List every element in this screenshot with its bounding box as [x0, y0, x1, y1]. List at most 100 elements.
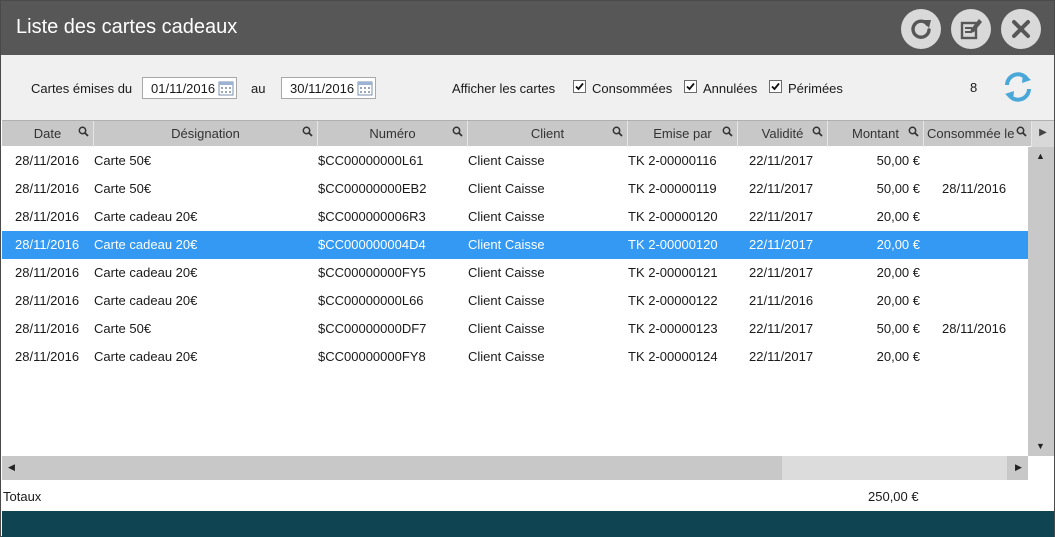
- scroll-left-arrow-icon[interactable]: ◀: [8, 462, 15, 473]
- cell-numero: $CC00000000EB2: [318, 181, 427, 196]
- reload-icon[interactable]: [1001, 70, 1035, 104]
- cell-designation: Carte cadeau 20€: [94, 209, 198, 224]
- cell-designation: Carte 50€: [94, 181, 152, 196]
- cancelled-checkbox[interactable]: [684, 80, 697, 93]
- vertical-scrollbar[interactable]: ▲ ▼: [1028, 147, 1054, 456]
- cell-date: 28/11/2016: [15, 181, 80, 196]
- table-row[interactable]: 28/11/2016 Carte cadeau 20€ $CC000000004D4…: [2, 231, 1028, 259]
- cell-client: Client Caisse: [468, 153, 545, 168]
- cell-montant: 50,00 €: [876, 153, 920, 168]
- cell-designation: Carte cadeau 20€: [94, 265, 198, 280]
- close-button[interactable]: [1001, 9, 1041, 49]
- checkmark-icon: [686, 82, 695, 91]
- search-icon[interactable]: [908, 126, 919, 137]
- cell-client: Client Caisse: [468, 293, 545, 308]
- expired-label: Périmées: [788, 81, 843, 96]
- cell-client: Client Caisse: [468, 321, 545, 336]
- cell-date: 28/11/2016: [15, 153, 80, 168]
- column-header-consommee[interactable]: Consommée le: [924, 121, 1032, 147]
- cell-emise-par: TK 2-00000120: [628, 237, 718, 252]
- cell-validite: 22/11/2017: [749, 237, 814, 252]
- cell-date: 28/11/2016: [15, 209, 80, 224]
- cell-emise-par: TK 2-00000123: [628, 321, 718, 336]
- title-bar: Liste des cartes cadeaux: [1, 1, 1054, 55]
- cancelled-label: Annulées: [703, 81, 758, 96]
- cell-emise-par: TK 2-00000116: [628, 153, 717, 168]
- cell-consommee: 28/11/2016: [942, 181, 1007, 196]
- search-icon[interactable]: [302, 126, 313, 137]
- cell-validite: 22/11/2017: [749, 181, 814, 196]
- table-row[interactable]: 28/11/2016 Carte 50€ $CC00000000L61 Client …: [2, 147, 1028, 175]
- cell-numero: $CC000000006R3: [318, 209, 426, 224]
- cell-consommee: 28/11/2016: [942, 321, 1007, 336]
- edit-button[interactable]: [951, 9, 991, 49]
- search-icon[interactable]: [78, 126, 89, 137]
- table-row[interactable]: 28/11/2016 Carte 50€ $CC00000000EB2 Client …: [2, 175, 1028, 203]
- cell-validite: 21/11/2016: [749, 293, 814, 308]
- search-icon[interactable]: [722, 126, 733, 137]
- search-icon[interactable]: [452, 126, 463, 137]
- calendar-icon[interactable]: [357, 80, 373, 96]
- cell-numero: $CC00000000FY8: [318, 349, 426, 364]
- column-header-montant[interactable]: Montant: [828, 121, 924, 147]
- column-header-numero[interactable]: Numéro: [318, 121, 468, 147]
- cell-date: 28/11/2016: [15, 265, 80, 280]
- to-label: au: [251, 81, 266, 96]
- cell-date: 28/11/2016: [15, 349, 80, 364]
- table-row[interactable]: 28/11/2016 Carte 50€ $CC00000000DF7 Client …: [2, 315, 1028, 343]
- horizontal-scrollbar[interactable]: ◀ ▶: [2, 456, 1028, 480]
- to-date-field[interactable]: 30/11/2016: [281, 77, 376, 99]
- cell-date: 28/11/2016: [15, 237, 80, 252]
- column-header-date[interactable]: Date: [2, 121, 94, 147]
- search-icon[interactable]: [812, 126, 823, 137]
- table-row[interactable]: 28/11/2016 Carte cadeau 20€ $CC00000000FY5…: [2, 259, 1028, 287]
- column-header-designation[interactable]: Désignation: [94, 121, 318, 147]
- footer-bar: [2, 511, 1054, 537]
- cell-client: Client Caisse: [468, 237, 545, 252]
- cell-date: 28/11/2016: [15, 293, 80, 308]
- cell-montant: 50,00 €: [876, 181, 920, 196]
- scroll-right-arrow-icon[interactable]: ▶: [1015, 462, 1022, 473]
- cell-montant: 20,00 €: [876, 349, 920, 364]
- cell-numero: $CC00000000FY5: [318, 265, 426, 280]
- column-header-validite[interactable]: Validité: [738, 121, 828, 147]
- gift-card-list: 28/11/2016 Carte 50€ $CC00000000L61 Client …: [2, 147, 1028, 455]
- cell-numero: $CC00000000L66: [318, 293, 424, 308]
- cell-montant: 20,00 €: [876, 209, 920, 224]
- horizontal-scroll-thumb[interactable]: [782, 456, 1007, 480]
- column-header-client[interactable]: Client: [468, 121, 628, 147]
- search-icon[interactable]: [612, 126, 623, 137]
- scroll-down-arrow-icon[interactable]: ▼: [1036, 441, 1045, 451]
- window-title: Liste des cartes cadeaux: [16, 16, 238, 38]
- cell-designation: Carte 50€: [94, 153, 152, 168]
- from-date-value: 01/11/2016: [151, 81, 216, 96]
- refresh-button[interactable]: [901, 9, 941, 49]
- cell-validite: 22/11/2017: [749, 209, 814, 224]
- cell-numero: $CC000000004D4: [318, 237, 426, 252]
- cell-client: Client Caisse: [468, 349, 545, 364]
- consumed-label: Consommées: [592, 81, 673, 96]
- totals-amount: 250,00 €: [868, 489, 919, 504]
- calendar-icon[interactable]: [218, 80, 234, 96]
- scroll-up-arrow-icon[interactable]: ▲: [1036, 151, 1045, 161]
- table-row[interactable]: 28/11/2016 Carte cadeau 20€ $CC00000000FY8…: [2, 343, 1028, 371]
- expired-checkbox[interactable]: [769, 80, 782, 93]
- search-icon[interactable]: [1016, 126, 1027, 137]
- table-row[interactable]: 28/11/2016 Carte cadeau 20€ $CC000000006R3…: [2, 203, 1028, 231]
- cell-montant: 20,00 €: [876, 265, 920, 280]
- cell-emise-par: TK 2-00000120: [628, 209, 718, 224]
- checkmark-icon: [575, 82, 584, 91]
- to-date-value: 30/11/2016: [290, 81, 355, 96]
- from-date-field[interactable]: 01/11/2016: [142, 77, 237, 99]
- cell-numero: $CC00000000L61: [318, 153, 424, 168]
- column-header-emise-par[interactable]: Emise par: [628, 121, 738, 147]
- checkmark-icon: [771, 82, 780, 91]
- cell-emise-par: TK 2-00000124: [628, 349, 718, 364]
- table-row[interactable]: 28/11/2016 Carte cadeau 20€ $CC00000000L66…: [2, 287, 1028, 315]
- show-cards-label: Afficher les cartes: [452, 81, 556, 96]
- cell-montant: 50,00 €: [876, 321, 920, 336]
- scroll-columns-right-button[interactable]: ▶: [1032, 121, 1054, 147]
- refresh-icon: [911, 19, 931, 39]
- cell-designation: Carte cadeau 20€: [94, 293, 198, 308]
- consumed-checkbox[interactable]: [573, 80, 586, 93]
